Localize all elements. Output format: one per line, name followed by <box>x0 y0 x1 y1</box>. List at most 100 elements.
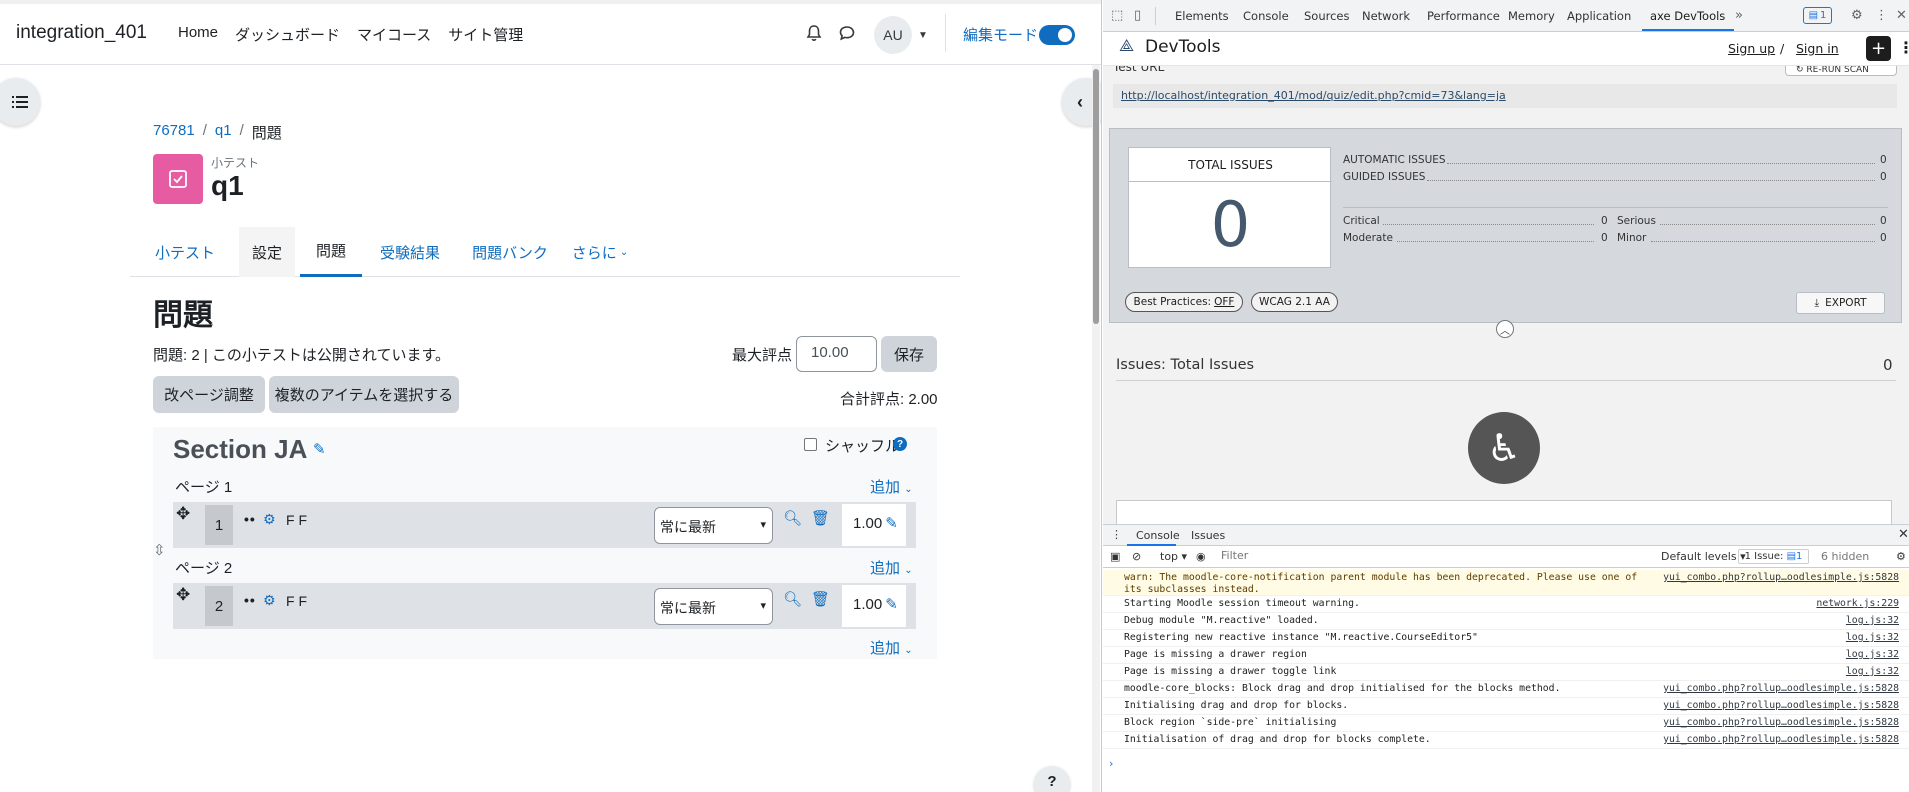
page-scrollbar-thumb[interactable] <box>1093 69 1099 324</box>
delete-trash-icon[interactable]: 🗑︎ <box>811 590 830 608</box>
repaginate-button[interactable]: 改ページ調整 <box>153 376 265 413</box>
export-button[interactable]: ⤓ EXPORT <box>1796 292 1885 314</box>
sign-up-link[interactable]: Sign up <box>1728 41 1775 56</box>
console-source-link[interactable]: network.js:229 <box>1816 598 1899 609</box>
shuffle-checkbox[interactable] <box>804 438 817 451</box>
max-mark-field[interactable]: 1.00 ✎ <box>842 585 906 627</box>
breadcrumb-current: 問題 <box>251 125 282 142</box>
tab-more[interactable]: さらに ⌄ <box>565 227 635 277</box>
console-prompt-icon[interactable]: › <box>1109 757 1113 770</box>
settings-gear-icon[interactable]: ⚙ <box>1851 8 1863 23</box>
scanned-url[interactable]: http://localhost/integration_401/mod/qui… <box>1113 84 1897 108</box>
preview-magnifier-icon[interactable]: 🔍︎ <box>783 509 802 527</box>
issues-badge[interactable]: ▤ 1 <box>1803 7 1832 24</box>
delete-trash-icon[interactable]: 🗑︎ <box>811 509 830 527</box>
drawer-tab-issues[interactable]: Issues <box>1191 529 1225 542</box>
devtools-tab-performance[interactable]: Performance <box>1427 9 1500 23</box>
max-mark-field[interactable]: 1.00 ✎ <box>842 504 906 546</box>
question-name[interactable]: F F <box>286 512 307 528</box>
console-source-link[interactable]: yui_combo.php?rollup…oodlesimple.js:5828 <box>1663 700 1899 711</box>
live-expression-eye-icon[interactable]: ◉ <box>1196 550 1206 563</box>
customize-kebab-icon[interactable]: ⋮ <box>1875 8 1888 23</box>
activity-type-label: 小テスト <box>211 156 260 170</box>
drawer-tab-console[interactable]: Console <box>1136 529 1180 542</box>
select-multiple-button[interactable]: 複数のアイテムを選択する <box>269 376 459 413</box>
nav-my-courses[interactable]: マイコース <box>357 24 431 45</box>
console-filter-input[interactable]: Filter <box>1217 549 1547 565</box>
device-toolbar-icon[interactable]: ▯ <box>1134 8 1141 23</box>
tab-questions[interactable]: 問題 <box>300 227 362 277</box>
inspect-element-icon[interactable]: ⬚ <box>1111 8 1123 23</box>
nav-site-admin[interactable]: サイト管理 <box>448 24 523 45</box>
console-source-link[interactable]: yui_combo.php?rollup…oodlesimple.js:5828 <box>1663 717 1899 728</box>
serious-count: 0 <box>1880 215 1887 227</box>
drawer-menu-kebab-icon[interactable]: ⋮ <box>1111 528 1122 541</box>
edit-section-pencil-icon[interactable]: ✎ <box>313 440 326 458</box>
console-source-link[interactable]: log.js:32 <box>1846 632 1899 643</box>
add-menu-section-end[interactable]: 追加 ⌄ <box>870 637 913 658</box>
gear-icon[interactable]: ⚙ <box>263 511 276 528</box>
devtools-tab-application[interactable]: Application <box>1567 9 1631 23</box>
context-selector[interactable]: top ▾ <box>1160 550 1187 563</box>
best-practices-toggle[interactable]: Best Practices: OFF <box>1125 292 1243 312</box>
clear-console-icon[interactable]: ⊘ <box>1132 550 1141 563</box>
console-source-link[interactable]: yui_combo.php?rollup…oodlesimple.js:5828 <box>1663 572 1899 583</box>
devtools-tab-network[interactable]: Network <box>1362 9 1410 23</box>
save-button[interactable]: 保存 <box>881 336 937 372</box>
collapse-chevron-up-icon[interactable]: ︿ <box>1496 320 1514 338</box>
devtools-tab-axe[interactable]: axe DevTools <box>1650 9 1725 23</box>
version-select[interactable]: 常に最新 ▾ <box>654 588 773 625</box>
messages-icon[interactable] <box>838 24 856 42</box>
version-select[interactable]: 常に最新 ▾ <box>654 507 773 544</box>
nav-dashboard[interactable]: ダッシュボード <box>235 24 340 45</box>
issues-list-panel: Issues: Total Issues 0 ♿︎ <box>1103 344 1909 524</box>
nav-home[interactable]: Home <box>178 24 218 45</box>
preview-magnifier-icon[interactable]: 🔍︎ <box>783 590 802 608</box>
console-source-link[interactable]: log.js:32 <box>1846 649 1899 660</box>
console-source-link[interactable]: yui_combo.php?rollup…oodlesimple.js:5828 <box>1663 734 1899 745</box>
edit-mode-toggle[interactable] <box>1039 25 1075 45</box>
gear-icon[interactable]: ⚙ <box>263 592 276 609</box>
sign-in-link[interactable]: Sign in <box>1796 41 1839 56</box>
edit-mark-pencil-icon[interactable]: ✎ <box>885 515 898 532</box>
tab-question-bank[interactable]: 問題バンク <box>465 227 555 277</box>
move-icon[interactable]: ✥ <box>176 504 190 524</box>
move-icon[interactable]: ✥ <box>176 585 190 605</box>
tab-quiz[interactable]: 小テスト <box>152 227 218 277</box>
devtools-tab-elements[interactable]: Elements <box>1175 9 1229 23</box>
notification-bell-icon[interactable] <box>805 24 823 42</box>
course-index-drawer-button[interactable] <box>0 78 40 126</box>
more-tabs-icon[interactable]: » <box>1735 8 1743 23</box>
site-name[interactable]: integration_401 <box>16 22 147 44</box>
edit-mark-pencil-icon[interactable]: ✎ <box>885 596 898 613</box>
question-name[interactable]: F F <box>286 593 307 609</box>
tab-settings[interactable]: 設定 <box>239 227 295 277</box>
page-break-icon[interactable]: ⇳ <box>153 541 166 559</box>
axe-kebab-icon[interactable]: ⋮ <box>1898 38 1909 57</box>
tab-results[interactable]: 受験結果 <box>370 227 450 277</box>
devtools-tab-sources[interactable]: Sources <box>1304 9 1350 23</box>
console-settings-gear-icon[interactable]: ⚙ <box>1896 550 1906 563</box>
user-avatar[interactable]: AU <box>874 16 912 54</box>
help-icon[interactable]: ? <box>893 437 907 451</box>
close-drawer-icon[interactable]: ✕ <box>1898 527 1909 542</box>
add-menu-page-2[interactable]: 追加 ⌄ <box>870 557 913 578</box>
console-issues-badge[interactable]: 1 Issue: ▤ 1 <box>1738 549 1809 564</box>
add-menu-page-1[interactable]: 追加 ⌄ <box>870 476 913 497</box>
sidebar-toggle-icon[interactable]: ▣ <box>1110 550 1120 563</box>
add-plus-icon[interactable]: + <box>1866 36 1891 61</box>
console-source-link[interactable]: log.js:32 <box>1846 615 1899 626</box>
breadcrumb-course[interactable]: 76781 <box>153 122 195 143</box>
max-grade-input[interactable]: 10.00 <box>796 336 877 372</box>
console-source-link[interactable]: yui_combo.php?rollup…oodlesimple.js:5828 <box>1663 683 1899 694</box>
log-levels-dropdown[interactable]: Default levels ▾ <box>1661 550 1746 563</box>
devtools-tab-memory[interactable]: Memory <box>1508 9 1555 23</box>
close-icon[interactable]: ✕ <box>1896 8 1907 23</box>
devtools-tab-console[interactable]: Console <box>1243 9 1289 23</box>
wcag-standard-pill[interactable]: WCAG 2.1 AA <box>1251 292 1338 312</box>
footer-help-button[interactable]: ? <box>1034 766 1070 792</box>
user-menu-chevron-icon[interactable]: ▼ <box>918 30 928 41</box>
console-source-link[interactable]: log.js:32 <box>1846 666 1899 677</box>
breadcrumb-quiz[interactable]: q1 <box>215 122 232 143</box>
rerun-scan-button[interactable]: ↻ RE-RUN SCAN <box>1785 66 1897 76</box>
